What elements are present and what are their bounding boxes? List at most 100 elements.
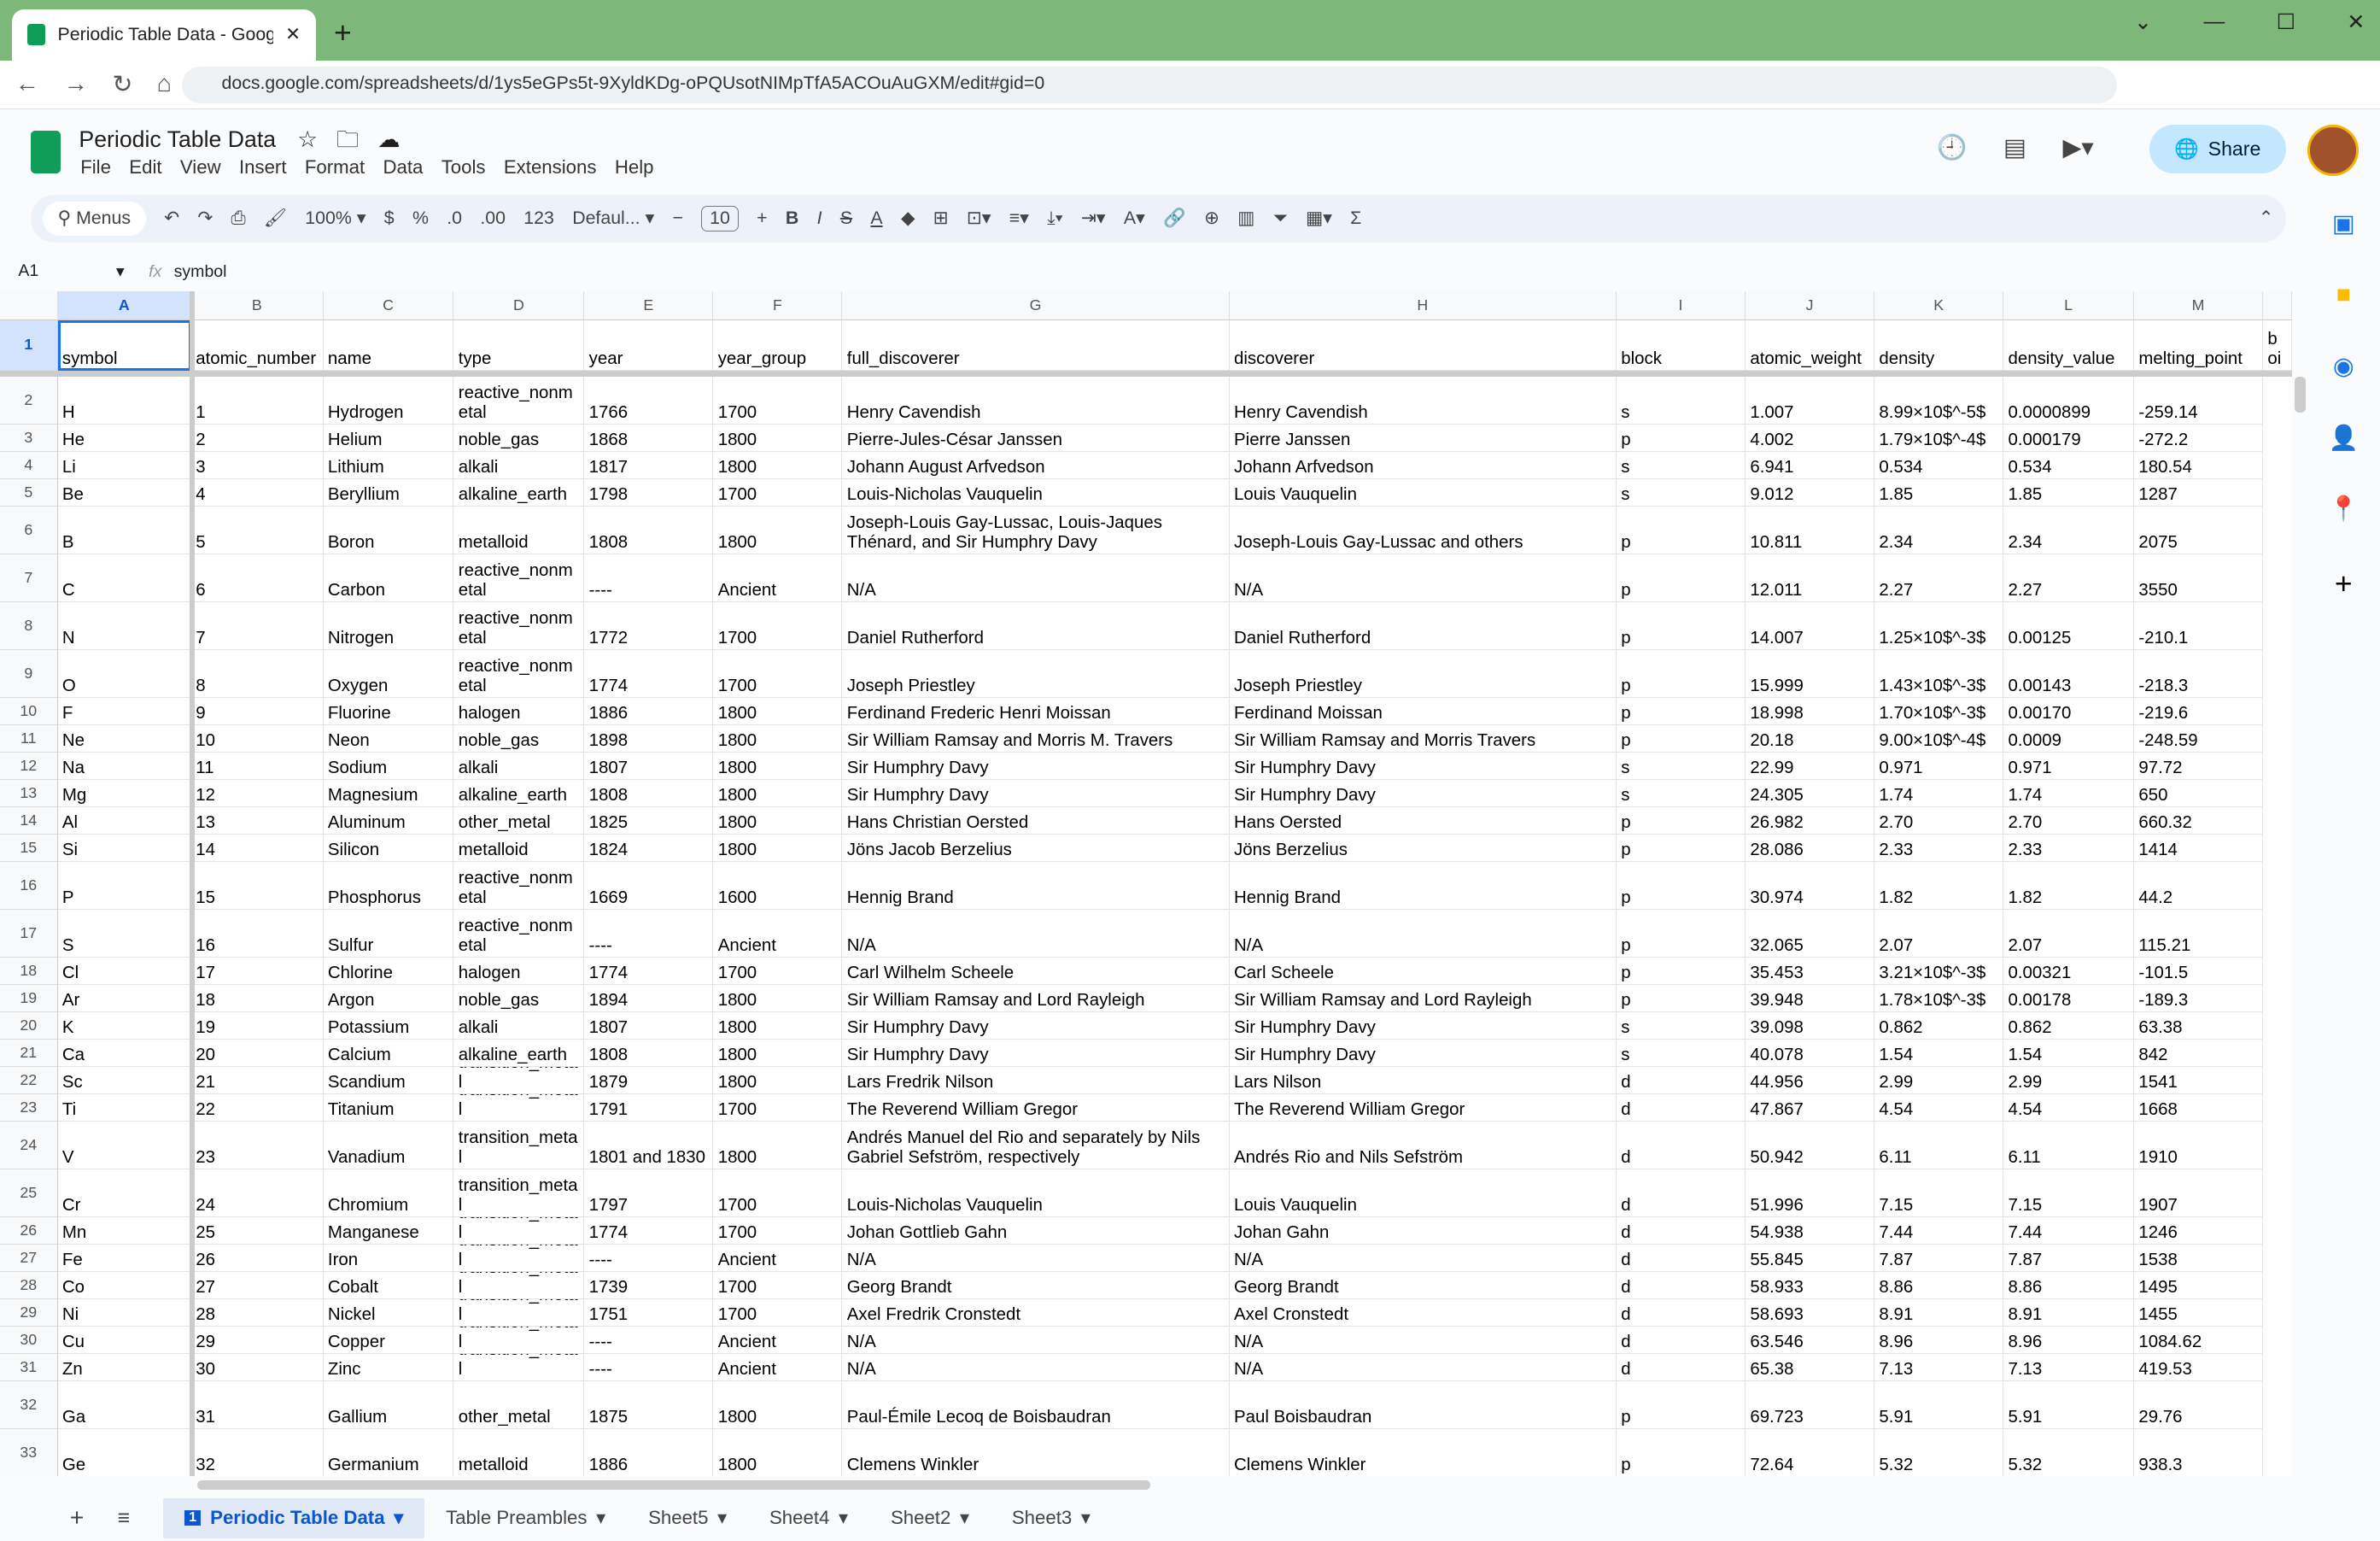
frozen-row-divider[interactable]	[0, 370, 2292, 377]
decrease-decimal-button[interactable]: .0	[447, 208, 462, 229]
sheet-tab[interactable]: Sheet3 ▾	[991, 1498, 1112, 1538]
cell[interactable]: 1808	[584, 1039, 714, 1067]
cell[interactable]: Sir William Ramsay and Lord Rayleigh	[842, 984, 1230, 1012]
cell[interactable]: 1798	[584, 478, 714, 507]
cell[interactable]: 1907	[2134, 1169, 2264, 1217]
cell[interactable]: 1700	[713, 601, 843, 650]
cell[interactable]: 1.82	[1874, 861, 2004, 910]
cell[interactable]: -259.14	[2134, 376, 2264, 425]
cell[interactable]: Sir Humphry Davy	[842, 1011, 1230, 1040]
cell[interactable]: Lithium	[323, 451, 454, 479]
cell[interactable]: 26	[190, 1244, 324, 1272]
cell[interactable]: Na	[57, 752, 191, 780]
cell[interactable]: 4.54	[1874, 1093, 2004, 1122]
cell[interactable]: Cr	[57, 1169, 191, 1217]
cell[interactable]: 2.33	[1874, 834, 2004, 862]
cell[interactable]: 1541	[2134, 1066, 2264, 1094]
borders-icon[interactable]: ⊞	[933, 208, 949, 229]
cell[interactable]: 24	[190, 1169, 324, 1217]
url-input[interactable]: docs.google.com/spreadsheets/d/1ys5eGPs5…	[182, 67, 2118, 103]
cell[interactable]: Henry Cavendish	[1229, 376, 1617, 425]
collapse-toolbar-icon[interactable]: ⌃	[2259, 208, 2274, 229]
cell[interactable]: 2.27	[2003, 554, 2134, 602]
row-header-2[interactable]: 2	[0, 376, 58, 425]
cell[interactable]: 5.32	[1874, 1428, 2004, 1476]
cell[interactable]: d	[1616, 1121, 1746, 1169]
header-cell[interactable]: boi	[2263, 320, 2292, 371]
cell[interactable]: d	[1616, 1169, 1746, 1217]
row-header-25[interactable]: 25	[0, 1169, 58, 1217]
cell[interactable]: ----	[584, 909, 714, 958]
cell[interactable]: 1868	[584, 424, 714, 452]
cell[interactable]: 6	[190, 554, 324, 602]
cell[interactable]: 1772	[584, 601, 714, 650]
cell[interactable]: p	[1616, 957, 1746, 985]
cell[interactable]: 5.91	[2003, 1380, 2134, 1429]
cell[interactable]: reactive_nonmetal	[453, 601, 585, 650]
strikethrough-button[interactable]: S	[840, 208, 852, 229]
cell[interactable]: transition_metal	[453, 1326, 585, 1354]
row-header-15[interactable]: 15	[0, 834, 58, 862]
cell[interactable]: 650	[2134, 779, 2264, 807]
cell[interactable]: Magnesium	[323, 779, 454, 807]
cell[interactable]: 7.13	[2003, 1353, 2134, 1381]
doc-title[interactable]: Periodic Table Data	[79, 126, 276, 152]
cell[interactable]: s	[1616, 1039, 1746, 1067]
cell[interactable]: 1700	[713, 957, 843, 985]
cell[interactable]: d	[1616, 1271, 1746, 1299]
cell[interactable]: reactive_nonmetal	[453, 376, 585, 425]
minimize-icon[interactable]: —	[2203, 9, 2225, 35]
cell[interactable]: 1538	[2134, 1244, 2264, 1272]
cell[interactable]: Louis-Nicholas Vauquelin	[842, 478, 1230, 507]
cell[interactable]: Sir William Ramsay and Morris M. Travers	[842, 724, 1230, 753]
menu-view[interactable]: View	[180, 156, 221, 179]
calendar-icon[interactable]: ▣	[2332, 209, 2355, 238]
cell[interactable]: 1800	[713, 1011, 843, 1040]
cell[interactable]: 4.002	[1746, 424, 1875, 452]
forward-icon[interactable]: →	[64, 70, 88, 99]
cell[interactable]: 938.3	[2134, 1428, 2264, 1476]
cell[interactable]: 1886	[584, 697, 714, 725]
cell[interactable]: N/A	[842, 1326, 1230, 1354]
cell[interactable]: 6.941	[1746, 451, 1875, 479]
menu-data[interactable]: Data	[383, 156, 423, 179]
cell[interactable]: Carl Scheele	[1229, 957, 1617, 985]
contacts-icon[interactable]: 👤	[2329, 424, 2359, 453]
cell[interactable]: 21	[190, 1066, 324, 1094]
cell[interactable]: Nickel	[323, 1298, 454, 1327]
row-header-19[interactable]: 19	[0, 984, 58, 1012]
cell[interactable]: 1774	[584, 957, 714, 985]
cell[interactable]: 1807	[584, 752, 714, 780]
cell[interactable]: Ancient	[713, 909, 843, 958]
cell[interactable]: 54.938	[1746, 1216, 1875, 1245]
cell[interactable]: noble_gas	[453, 724, 585, 753]
cell[interactable]: -101.5	[2134, 957, 2264, 985]
cell[interactable]: Andrés Rio and Nils Sefström	[1229, 1121, 1617, 1169]
sheet-menu-chevron-icon[interactable]: ▾	[717, 1507, 727, 1529]
sheet-menu-chevron-icon[interactable]: ▾	[1081, 1507, 1091, 1529]
menu-format[interactable]: Format	[305, 156, 365, 179]
cell[interactable]: metalloid	[453, 834, 585, 862]
cell[interactable]: transition_metal	[453, 1298, 585, 1327]
cell[interactable]: 7.44	[1874, 1216, 2004, 1245]
cell[interactable]: Si	[57, 834, 191, 862]
menu-help[interactable]: Help	[615, 156, 654, 179]
cell[interactable]: 22	[190, 1093, 324, 1122]
cell[interactable]: 2.27	[1874, 554, 2004, 602]
column-header-G[interactable]: G	[842, 291, 1230, 321]
cell[interactable]: 1800	[713, 506, 843, 554]
row-header-16[interactable]: 16	[0, 861, 58, 910]
cell[interactable]: 1.70×10$^-3$	[1874, 697, 2004, 725]
cell[interactable]: Sir Humphry Davy	[1229, 779, 1617, 807]
cell[interactable]: 32	[190, 1428, 324, 1476]
number-format-button[interactable]: 123	[523, 208, 554, 229]
cell[interactable]: 35.453	[1746, 957, 1875, 985]
cell[interactable]: 47.867	[1746, 1093, 1875, 1122]
cell[interactable]: 115.21	[2134, 909, 2264, 958]
cell[interactable]: 0.862	[1874, 1011, 2004, 1040]
filter-icon[interactable]: ⏷	[1273, 208, 1288, 229]
cell[interactable]: 63.38	[2134, 1011, 2264, 1040]
cell[interactable]: 1800	[713, 1121, 843, 1169]
cell[interactable]: 3	[190, 451, 324, 479]
cell[interactable]: transition_metal	[453, 1244, 585, 1272]
